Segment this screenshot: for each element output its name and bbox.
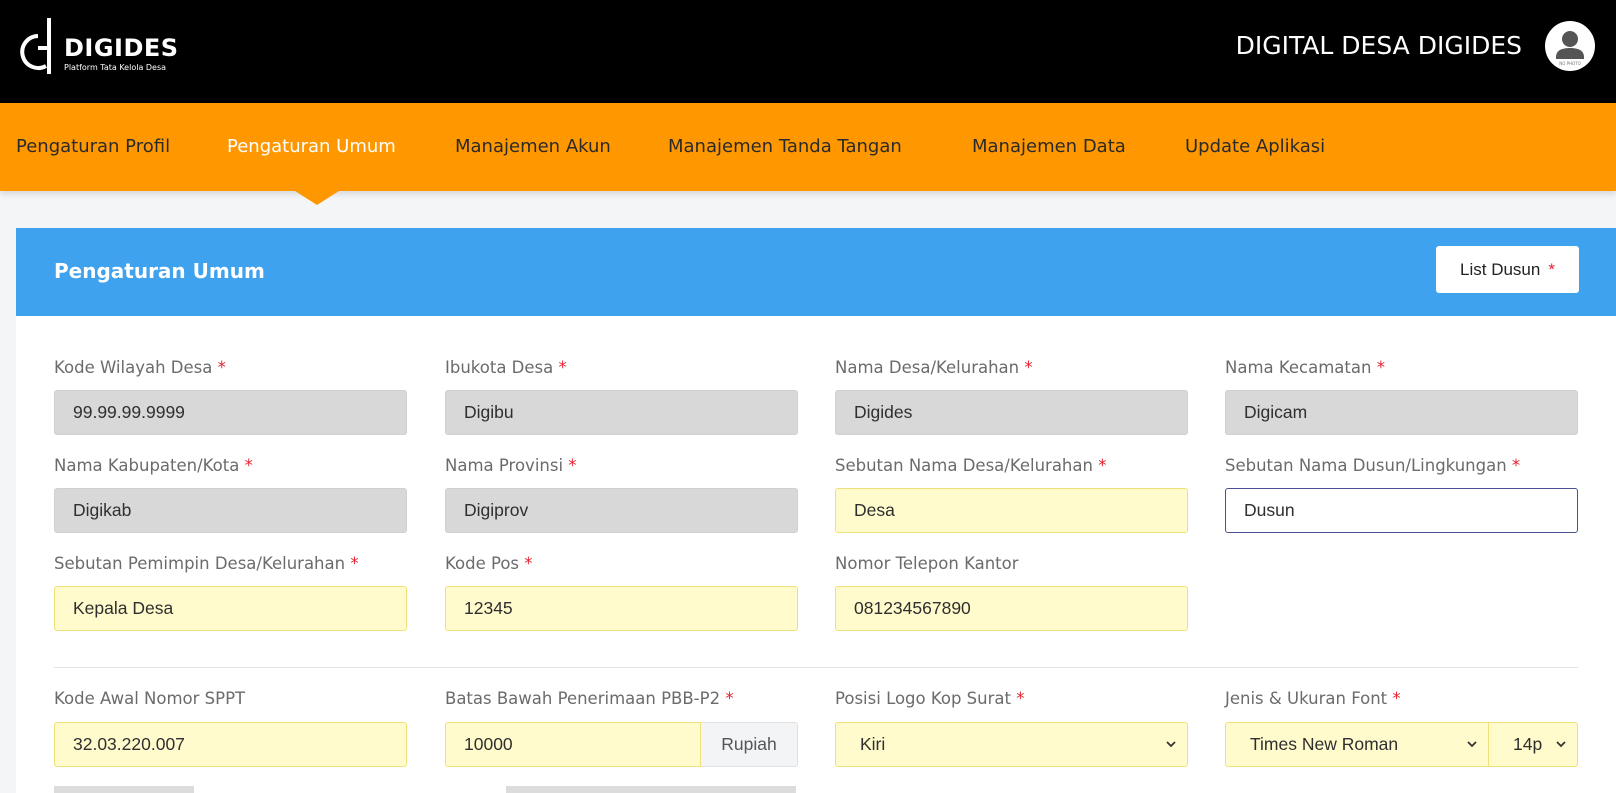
nav-manajemen-akun[interactable]: Manajemen Akun — [455, 132, 611, 162]
ibukota-label: Ibukota Desa * — [445, 358, 567, 377]
font-family-value: Times New Roman — [1250, 734, 1399, 754]
batas-pbb-label: Batas Bawah Penerimaan PBB-P2 * — [445, 689, 734, 708]
font-label: Jenis & Ukuran Font * — [1225, 689, 1401, 708]
posisi-logo-select[interactable]: Kiri — [835, 722, 1188, 767]
sebutan-pemimpin-input[interactable]: Kepala Desa — [54, 586, 407, 631]
required-mark: * — [1548, 259, 1555, 279]
sebutan-dusun-input[interactable]: Dusun — [1225, 488, 1578, 533]
cutoff-label — [506, 786, 796, 793]
list-dusun-button[interactable]: List Dusun * — [1436, 246, 1579, 293]
digides-logo[interactable]: DIGIDES Platform Tata Kelola Desa — [16, 16, 186, 76]
brand-name: DIGIDES — [64, 34, 179, 62]
kode-wilayah-input[interactable]: 99.99.99.9999 — [54, 390, 407, 435]
nav-pengaturan-profil[interactable]: Pengaturan Profil — [16, 132, 170, 162]
kode-sppt-input[interactable]: 32.03.220.007 — [54, 722, 407, 767]
telepon-label: Nomor Telepon Kantor — [835, 554, 1019, 573]
card-title: Pengaturan Umum — [54, 259, 265, 283]
kode-pos-label: Kode Pos * — [445, 554, 533, 573]
nama-desa-label: Nama Desa/Kelurahan * — [835, 358, 1033, 377]
sebutan-desa-label: Sebutan Nama Desa/Kelurahan * — [835, 456, 1107, 475]
top-bar: DIGIDES Platform Tata Kelola Desa DIGITA… — [0, 0, 1616, 103]
sebutan-pemimpin-label: Sebutan Pemimpin Desa/Kelurahan * — [54, 554, 359, 573]
active-nav-indicator — [295, 191, 339, 205]
telepon-input[interactable]: 081234567890 — [835, 586, 1188, 631]
nama-kecamatan-label: Nama Kecamatan * — [1225, 358, 1385, 377]
posisi-logo-label: Posisi Logo Kop Surat * — [835, 689, 1025, 708]
posisi-logo-value: Kiri — [860, 734, 886, 754]
nama-provinsi-label: Nama Provinsi * — [445, 456, 577, 475]
nav-manajemen-tanda-tangan[interactable]: Manajemen Tanda Tangan — [668, 132, 902, 162]
currency-addon: Rupiah — [701, 722, 798, 767]
font-size-select[interactable]: 14p — [1489, 722, 1578, 767]
nav-manajemen-data[interactable]: Manajemen Data — [972, 132, 1126, 162]
cutoff-label — [54, 786, 194, 793]
sebutan-desa-input[interactable]: Desa — [835, 488, 1188, 533]
chevron-down-icon — [1467, 741, 1477, 748]
nav-update-aplikasi[interactable]: Update Aplikasi — [1185, 132, 1325, 162]
brand-tagline: Platform Tata Kelola Desa — [64, 63, 167, 72]
nama-kabupaten-input[interactable]: Digikab — [54, 488, 407, 533]
batas-pbb-input[interactable]: 10000 — [445, 722, 701, 767]
user-placeholder-icon: NO PHOTO — [1556, 31, 1584, 66]
chevron-down-icon — [1166, 741, 1176, 748]
digides-logo-icon — [20, 18, 51, 74]
card-header: Pengaturan Umum List Dusun * — [16, 228, 1616, 316]
app-title: DIGITAL DESA DIGIDES — [1235, 31, 1522, 60]
kode-wilayah-label: Kode Wilayah Desa * — [54, 358, 226, 377]
nama-kabupaten-label: Nama Kabupaten/Kota * — [54, 456, 253, 475]
nama-provinsi-input[interactable]: Digiprov — [445, 488, 798, 533]
nav-pengaturan-umum[interactable]: Pengaturan Umum — [227, 132, 396, 162]
nama-desa-input[interactable]: Digides — [835, 390, 1188, 435]
chevron-down-icon — [1556, 741, 1566, 748]
kode-sppt-label: Kode Awal Nomor SPPT — [54, 689, 246, 708]
nama-kecamatan-input[interactable]: Digicam — [1225, 390, 1578, 435]
list-dusun-label: List Dusun — [1460, 259, 1541, 279]
avatar[interactable]: NO PHOTO — [1545, 21, 1595, 71]
main-nav: Pengaturan Profil Pengaturan Umum Manaje… — [0, 103, 1616, 191]
ibukota-input[interactable]: Digibu — [445, 390, 798, 435]
font-family-select[interactable]: Times New Roman — [1225, 722, 1489, 767]
kode-pos-input[interactable]: 12345 — [445, 586, 798, 631]
settings-card: Pengaturan Umum List Dusun * Kode Wilayah… — [16, 228, 1616, 793]
sebutan-dusun-label: Sebutan Nama Dusun/Lingkungan * — [1225, 456, 1521, 475]
font-size-value: 14p — [1513, 734, 1543, 754]
avatar-caption: NO PHOTO — [1559, 61, 1581, 66]
section-divider — [54, 667, 1578, 668]
